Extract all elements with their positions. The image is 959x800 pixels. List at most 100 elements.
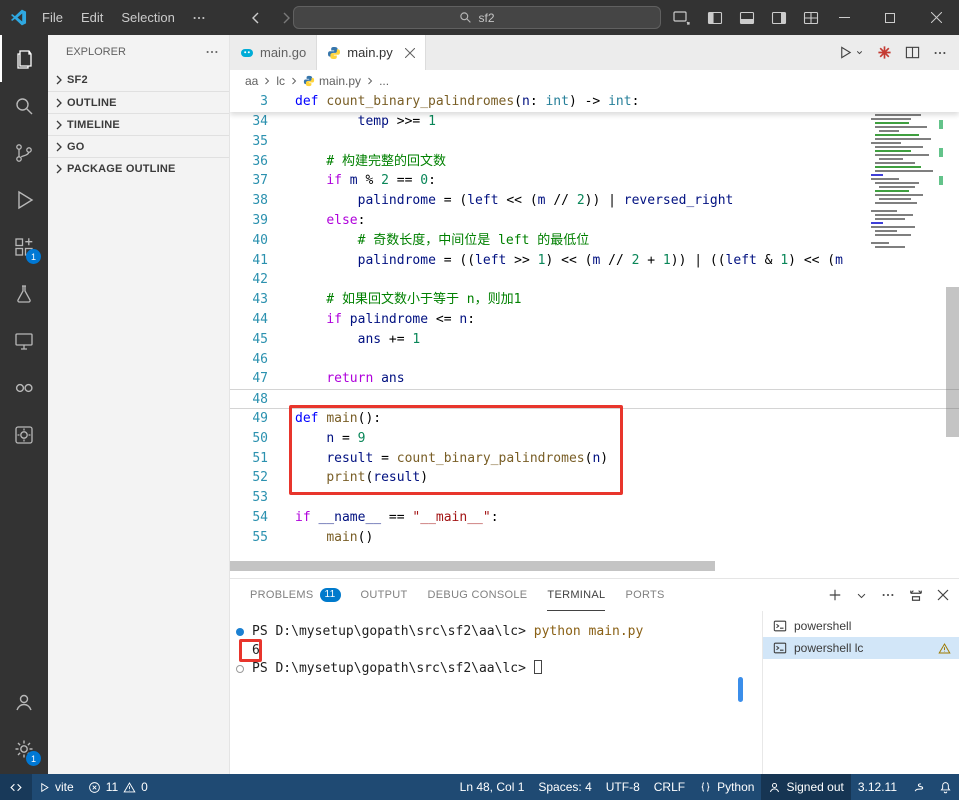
terminal-row: PS D:\mysetup\gopath\src\sf2\aa\lc> [230, 660, 762, 679]
tab-main-go[interactable]: main.go [230, 35, 318, 70]
minimize-button[interactable] [821, 0, 867, 35]
problems-summary[interactable]: 11 0 [81, 774, 155, 800]
horizontal-scrollbar[interactable] [230, 561, 715, 571]
sidebar-section-timeline[interactable]: TIMELINE [48, 113, 229, 135]
code-line-41[interactable]: 41 palindrome = ((left >> 1) << (m // 2 … [230, 251, 959, 271]
menu-selection[interactable]: Selection [112, 0, 183, 35]
tab-output[interactable]: OUTPUT [361, 579, 408, 611]
sticky-scroll-line[interactable]: 3 def count_binary_palindromes(n: int) -… [230, 92, 959, 112]
breadcrumb-item[interactable]: lc [276, 74, 285, 88]
code-line-44[interactable]: 44 if palindrome <= n: [230, 310, 959, 330]
code-line-43[interactable]: 43 # 如果回文数小于等于 n，则加1 [230, 290, 959, 310]
indentation[interactable]: Spaces: 4 [531, 774, 598, 800]
close-tab-icon[interactable] [404, 47, 415, 58]
code-line-35[interactable]: 35 [230, 132, 959, 152]
toggle-panel-icon[interactable] [739, 10, 755, 26]
menu-edit[interactable]: Edit [72, 0, 112, 35]
terminal-dropdown-icon[interactable] [856, 590, 867, 601]
maximize-button[interactable] [867, 0, 913, 35]
panel-more-actions-icon[interactable] [881, 588, 895, 602]
code-line-48[interactable]: 48 [230, 389, 959, 409]
code-line-45[interactable]: 45 ans += 1 [230, 330, 959, 350]
sidebar-section-sf2[interactable]: SF2 [48, 69, 229, 91]
search-sidebar-icon[interactable] [0, 82, 48, 129]
minimap[interactable] [869, 92, 945, 392]
snake-icon[interactable] [904, 774, 932, 800]
command-center-search[interactable]: sf2 [293, 6, 661, 29]
code-line-38[interactable]: 38 palindrome = (left << (m // 2)) | rev… [230, 191, 959, 211]
tab-debug-console[interactable]: DEBUG CONSOLE [428, 579, 528, 611]
code-line-39[interactable]: 39 else: [230, 211, 959, 231]
code-line-36[interactable]: 36 # 构建完整的回文数 [230, 152, 959, 172]
code-line-34[interactable]: 34 temp >>= 1 [230, 112, 959, 132]
code-line-46[interactable]: 46 [230, 350, 959, 370]
breadcrumb-item-file[interactable]: main.py [303, 74, 361, 88]
sidebar-more-actions-icon[interactable] [205, 45, 219, 59]
sidebar-section-package-outline[interactable]: PACKAGE OUTLINE [48, 157, 229, 179]
menu-file[interactable]: File [33, 0, 72, 35]
tab-main-py[interactable]: main.py [317, 35, 426, 70]
vertical-scrollbar[interactable] [946, 287, 959, 437]
explorer-icon[interactable] [0, 35, 48, 82]
task-vite[interactable]: vite [32, 774, 81, 800]
toggle-primary-sidebar-icon[interactable] [707, 10, 723, 26]
close-window-button[interactable] [913, 0, 959, 35]
extension-tool-icon[interactable] [0, 411, 48, 458]
split-editor-icon[interactable] [905, 45, 920, 60]
gitlens-icon[interactable] [0, 364, 48, 411]
command-decoration-success[interactable] [236, 628, 244, 636]
terminal-tab-powershell-lc[interactable]: powershell lc [763, 637, 959, 659]
back-arrow-icon[interactable] [248, 10, 264, 26]
sidebar-section-go[interactable]: GO [48, 135, 229, 157]
account-icon[interactable] [0, 678, 48, 725]
extensions-icon[interactable]: 1 [0, 223, 48, 270]
extension-action-icon[interactable] [877, 45, 892, 60]
eol-sequence[interactable]: CRLF [647, 774, 692, 800]
language-mode[interactable]: Python [692, 774, 761, 800]
code-line-49[interactable]: 49 def main(): [230, 409, 959, 429]
run-debug-icon[interactable] [0, 176, 48, 223]
remote-explorer-icon[interactable] [0, 317, 48, 364]
code-line-50[interactable]: 50 n = 9 [230, 429, 959, 449]
maximize-panel-icon[interactable] [909, 588, 923, 602]
code-line-47[interactable]: 47 return ans [230, 369, 959, 389]
terminal[interactable]: PS D:\mysetup\gopath\src\sf2\aa\lc> pyth… [230, 611, 762, 774]
code-line-55[interactable]: 55 main() [230, 528, 959, 548]
terminal-tab-powershell[interactable]: powershell [763, 615, 959, 637]
terminal-scrollbar[interactable] [738, 677, 743, 702]
new-terminal-icon[interactable] [828, 588, 842, 602]
settings-gear-icon[interactable]: 1 [0, 725, 48, 772]
python-version[interactable]: 3.12.11 [851, 774, 904, 800]
notifications-bell-icon[interactable] [932, 774, 959, 800]
toggle-secondary-sidebar-icon[interactable] [771, 10, 787, 26]
breadcrumb-item[interactable]: aa [245, 74, 258, 88]
code-line-52[interactable]: 52 print(result) [230, 468, 959, 488]
tab-terminal[interactable]: TERMINAL [547, 579, 606, 611]
run-python-file-button[interactable] [838, 45, 864, 60]
customize-layout-icon[interactable] [803, 10, 819, 26]
cursor-position[interactable]: Ln 48, Col 1 [453, 774, 532, 800]
sidebar-section-outline[interactable]: OUTLINE [48, 91, 229, 113]
testing-icon[interactable] [0, 270, 48, 317]
signed-out-status[interactable]: Signed out [761, 774, 851, 800]
remote-indicator[interactable] [0, 774, 32, 800]
code-line-42[interactable]: 42 [230, 270, 959, 290]
code-editor[interactable]: 3 def count_binary_palindromes(n: int) -… [230, 92, 959, 578]
close-panel-icon[interactable] [937, 589, 949, 601]
code-line-51[interactable]: 51 result = count_binary_palindromes(n) [230, 449, 959, 469]
code-line-53[interactable]: 53 [230, 488, 959, 508]
tab-problems[interactable]: PROBLEMS 11 [250, 579, 341, 611]
code-line-54[interactable]: 54 if __name__ == "__main__": [230, 508, 959, 528]
code-line-37[interactable]: 37 if m % 2 == 0: [230, 171, 959, 191]
open-remote-window-icon[interactable] [673, 10, 691, 26]
tab-ports[interactable]: PORTS [625, 579, 664, 611]
status-bar: vite 11 0 Ln 48, Col 1 Spaces: 4 UTF-8 C… [0, 774, 959, 800]
editor-more-actions-icon[interactable] [933, 46, 947, 60]
command-decoration-pending[interactable] [236, 665, 244, 673]
menu-overflow-icon[interactable] [184, 11, 214, 25]
breadcrumb-item[interactable]: ... [379, 74, 389, 88]
forward-arrow-icon[interactable] [278, 10, 294, 26]
source-control-icon[interactable] [0, 129, 48, 176]
encoding[interactable]: UTF-8 [599, 774, 647, 800]
code-line-40[interactable]: 40 # 奇数长度，中间位是 left 的最低位 [230, 231, 959, 251]
